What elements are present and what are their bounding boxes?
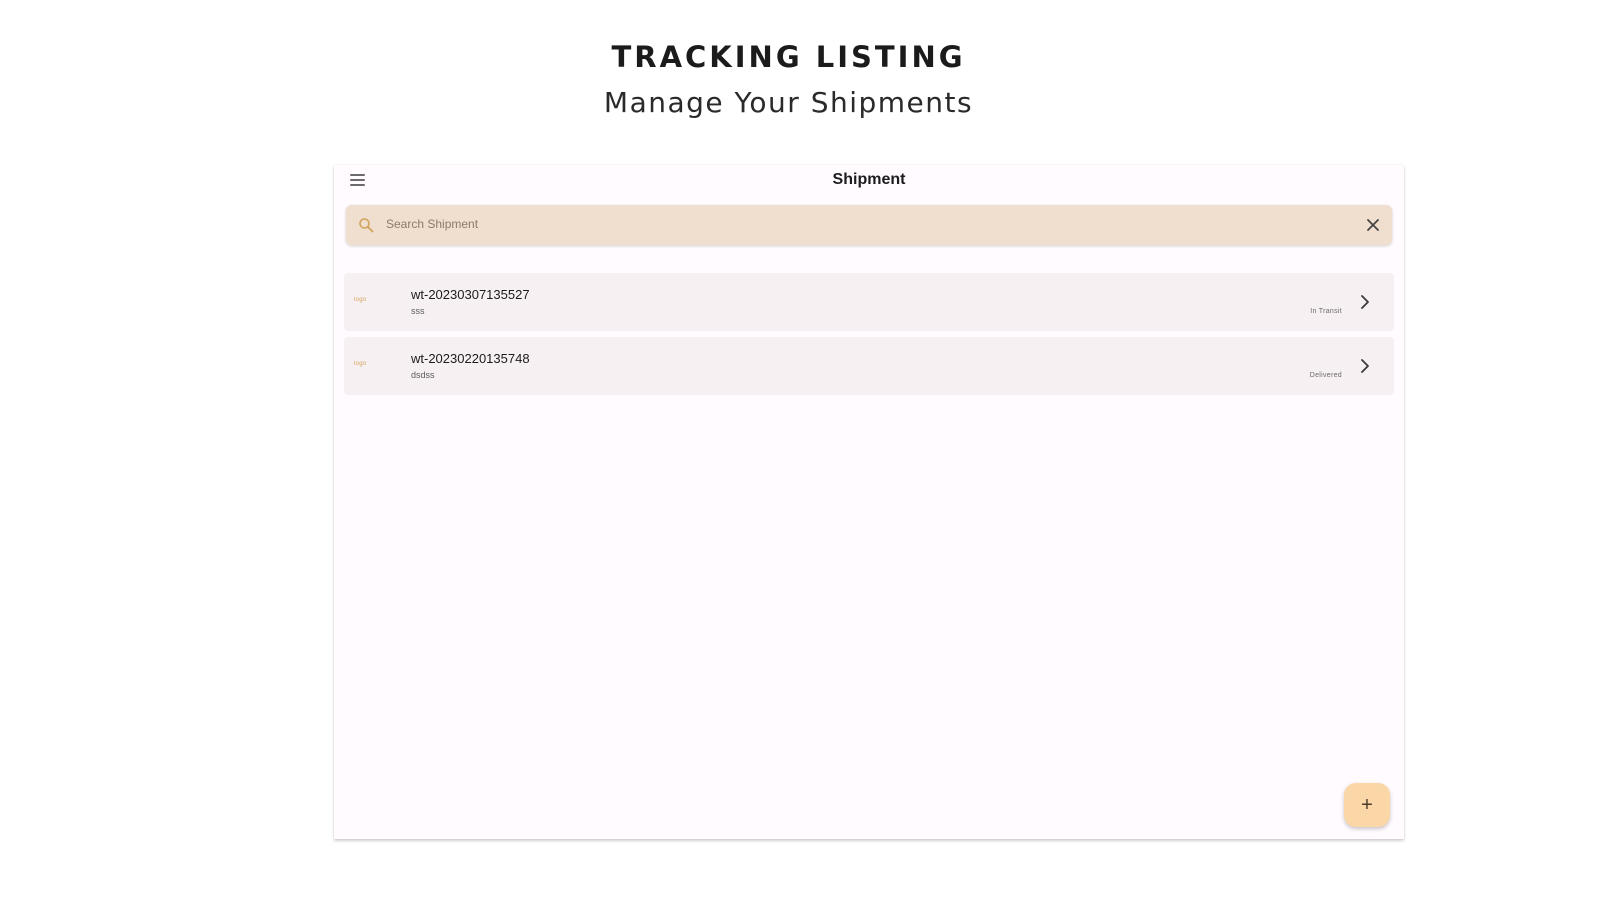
tracking-id: wt-20230307135527 [411, 287, 530, 302]
search-icon [359, 218, 374, 233]
close-icon[interactable] [1366, 218, 1380, 232]
shipment-status: Delivered [1309, 372, 1342, 379]
page-title: TRACKING LISTING [611, 40, 966, 74]
brand-logo: logo [354, 361, 367, 367]
search-bar [346, 205, 1392, 245]
add-icon: + [1361, 794, 1373, 816]
chevron-right-icon[interactable] [1358, 293, 1372, 311]
tracking-id: wt-20230220135748 [411, 351, 530, 366]
shipment-description: dsdss [411, 370, 435, 380]
shipment-status: In Transit [1310, 308, 1342, 315]
shipment-list-item[interactable]: logo wt-20230220135748 dsdss Delivered [344, 337, 1394, 395]
app-bar: Shipment [334, 165, 1404, 197]
shipment-description: sss [411, 306, 425, 316]
brand-logo: logo [354, 297, 367, 303]
page-subtitle: Manage Your Shipments [603, 86, 974, 119]
shipment-list-item[interactable]: logo wt-20230307135527 sss In Transit [344, 273, 1394, 331]
shipment-list: logo wt-20230307135527 sss In Transit lo… [344, 273, 1394, 401]
app-bar-title: Shipment [832, 171, 906, 188]
chevron-right-icon[interactable] [1358, 357, 1372, 375]
add-shipment-button[interactable]: + [1344, 783, 1390, 827]
search-input[interactable] [386, 213, 1346, 235]
app-screen: Shipment logo wt-20230307135527 sss In T… [334, 165, 1404, 839]
